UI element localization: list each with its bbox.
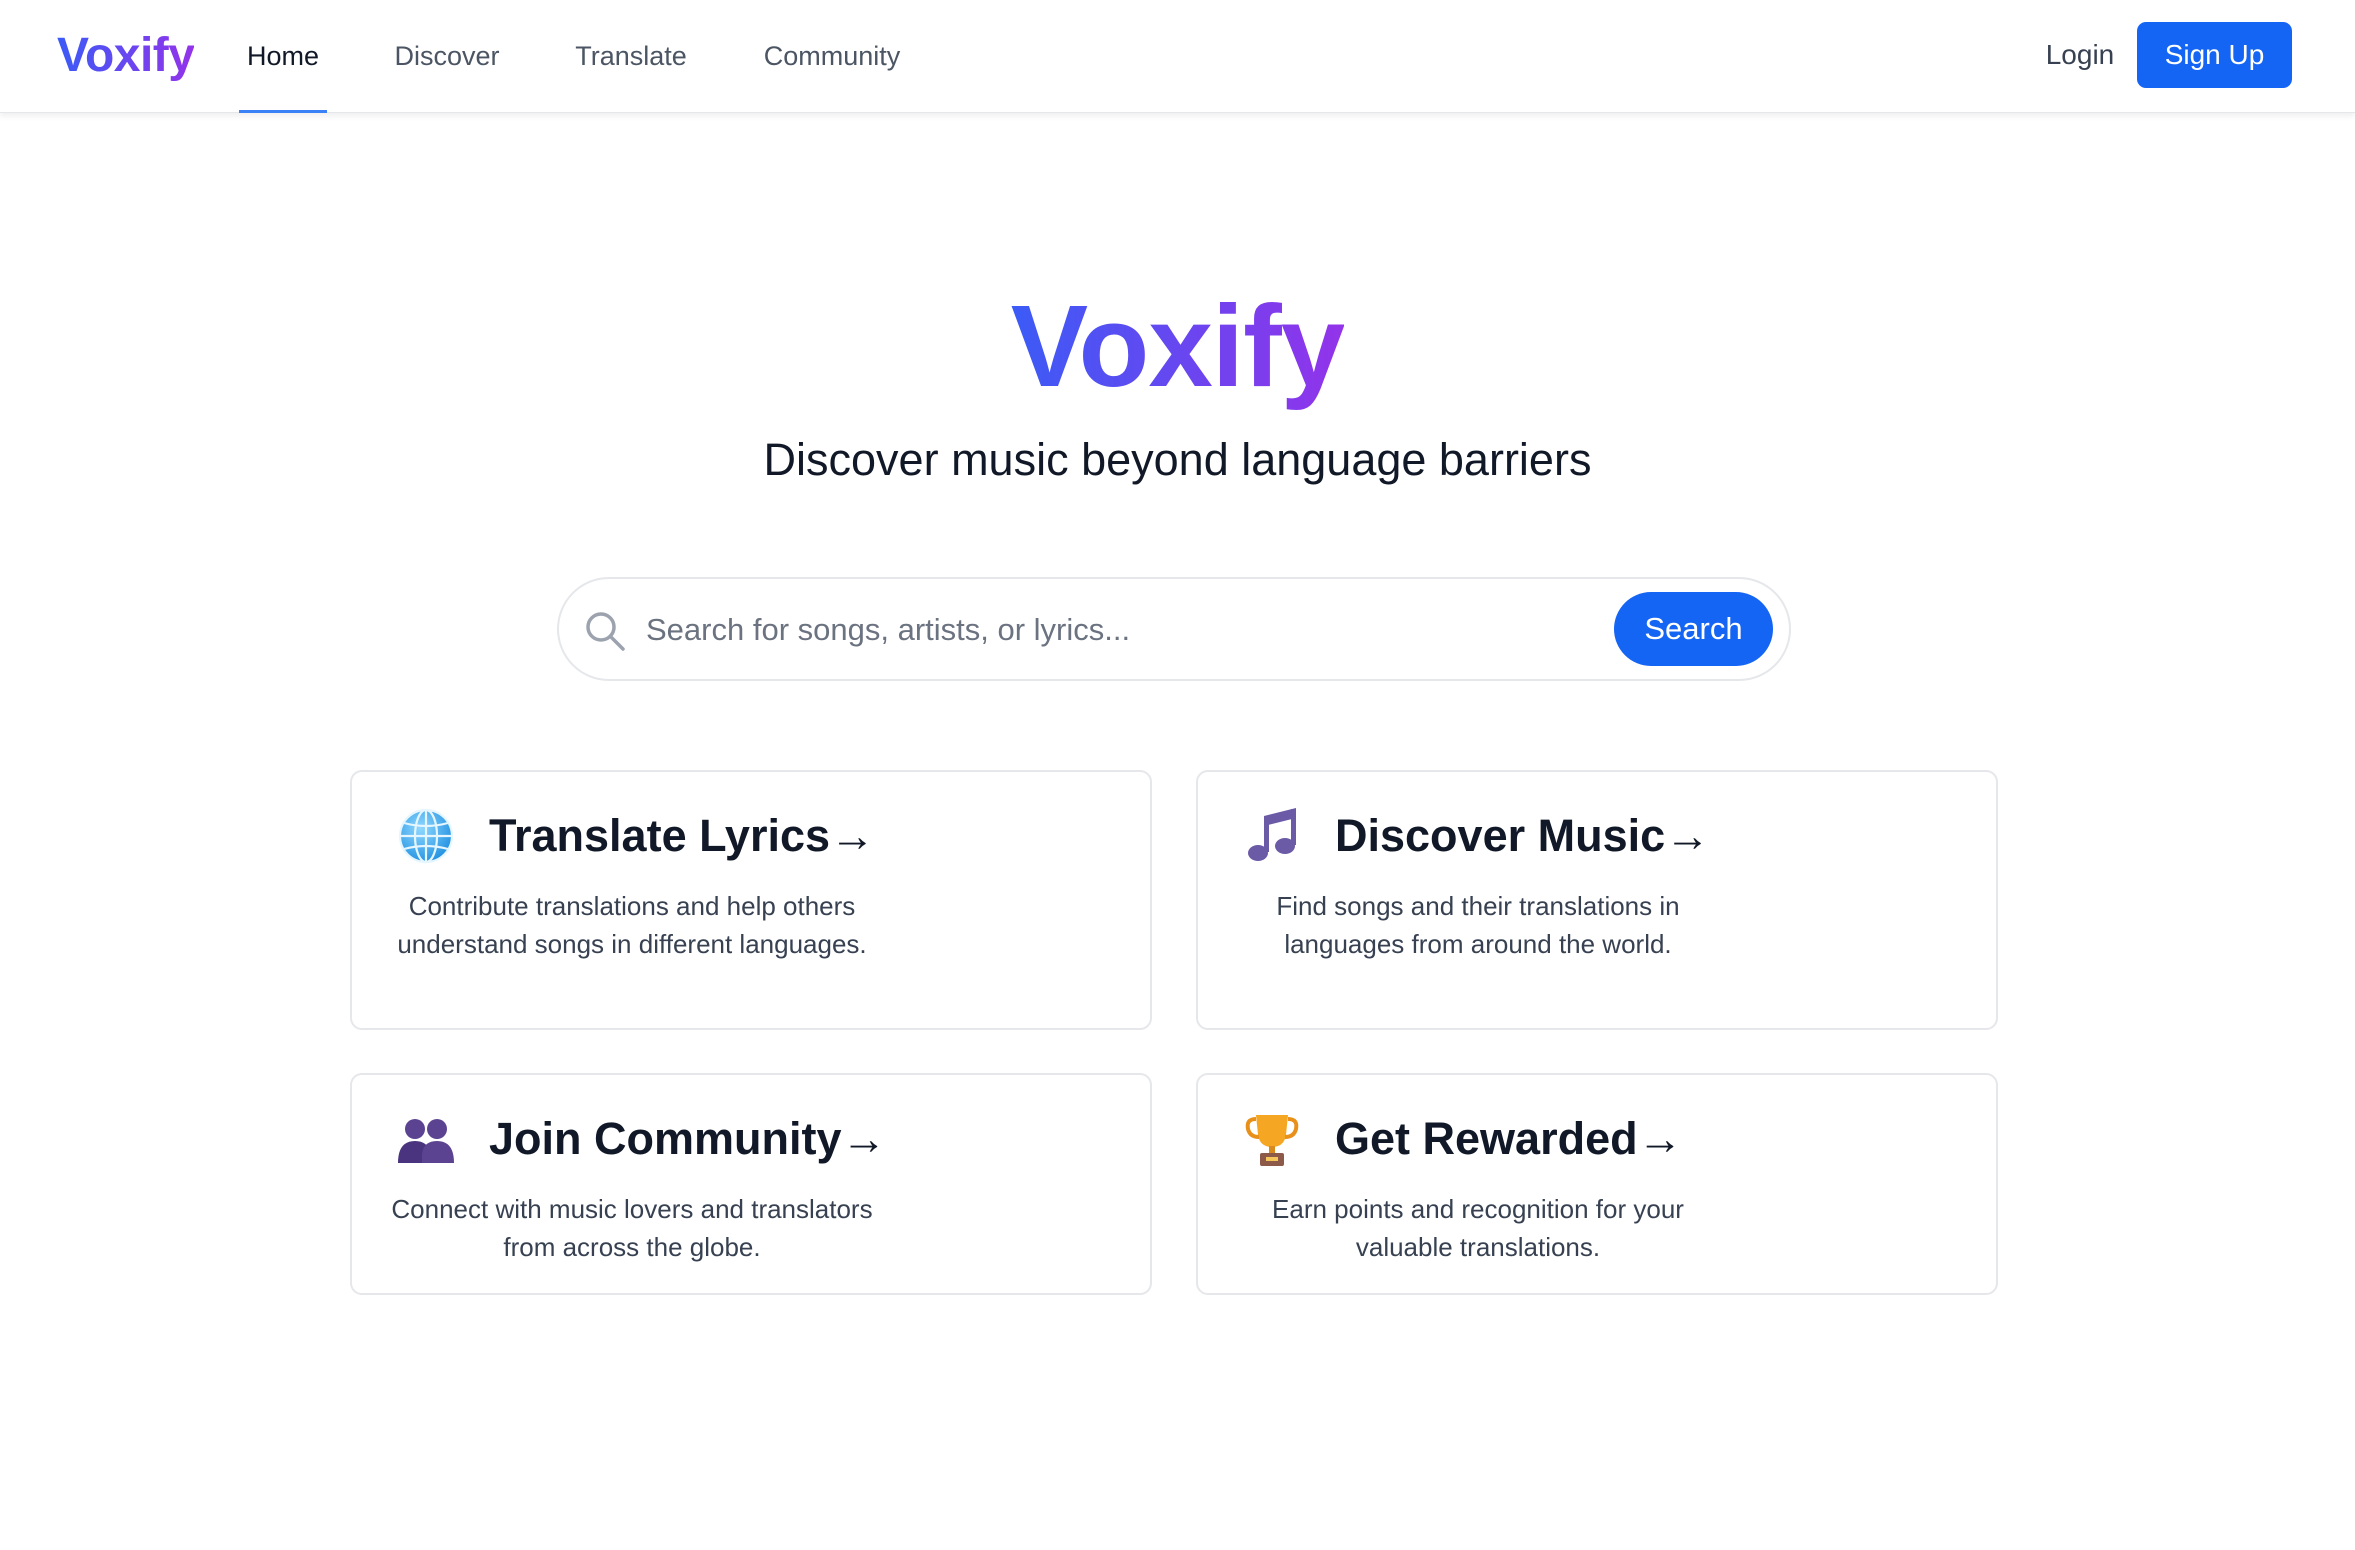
card-title[interactable]: Join Community→: [489, 1111, 887, 1167]
card-title[interactable]: Discover Music→: [1335, 808, 1710, 864]
search-button[interactable]: Search: [1614, 592, 1773, 666]
nav-link-discover[interactable]: Discover: [385, 0, 509, 113]
feature-card-discover-music[interactable]: Discover Music→ Find songs and their tra…: [1196, 770, 1998, 1030]
card-title[interactable]: Get Rewarded→: [1335, 1111, 1683, 1167]
trophy-icon: [1242, 1109, 1302, 1169]
signup-button[interactable]: Sign Up: [2137, 22, 2292, 88]
top-navbar: Voxify Home Discover Translate Community…: [0, 0, 2355, 113]
nav-link-home[interactable]: Home: [239, 0, 327, 113]
music-note-icon: [1242, 806, 1302, 866]
card-description: Earn points and recognition for your val…: [1272, 1194, 1684, 1262]
feature-card-get-rewarded[interactable]: Get Rewarded→ Earn points and recognitio…: [1196, 1073, 1998, 1295]
people-icon: [396, 1109, 456, 1169]
search-bar: Search: [557, 577, 1791, 681]
search-icon: [583, 609, 627, 653]
feature-card-join-community[interactable]: Join Community→ Connect with music lover…: [350, 1073, 1152, 1295]
card-title[interactable]: Translate Lyrics→: [489, 808, 875, 864]
feature-card-translate-lyrics[interactable]: Translate Lyrics→ Contribute translation…: [350, 770, 1152, 1030]
login-button[interactable]: Login: [2040, 30, 2120, 80]
card-description: Contribute translations and help others …: [397, 891, 867, 959]
card-description: Find songs and their translations in lan…: [1276, 891, 1680, 959]
nav-link-community[interactable]: Community: [756, 0, 908, 113]
brand-logo[interactable]: Voxify: [57, 26, 195, 86]
search-input[interactable]: [646, 601, 1446, 659]
card-description: Connect with music lovers and translator…: [391, 1194, 873, 1262]
hero-title: Voxify: [0, 276, 2355, 416]
hero-subtitle: Discover music beyond language barriers: [763, 434, 1592, 485]
globe-icon: [396, 806, 456, 866]
hero-title-text: Voxify: [1010, 281, 1346, 411]
nav-link-translate[interactable]: Translate: [569, 0, 693, 113]
